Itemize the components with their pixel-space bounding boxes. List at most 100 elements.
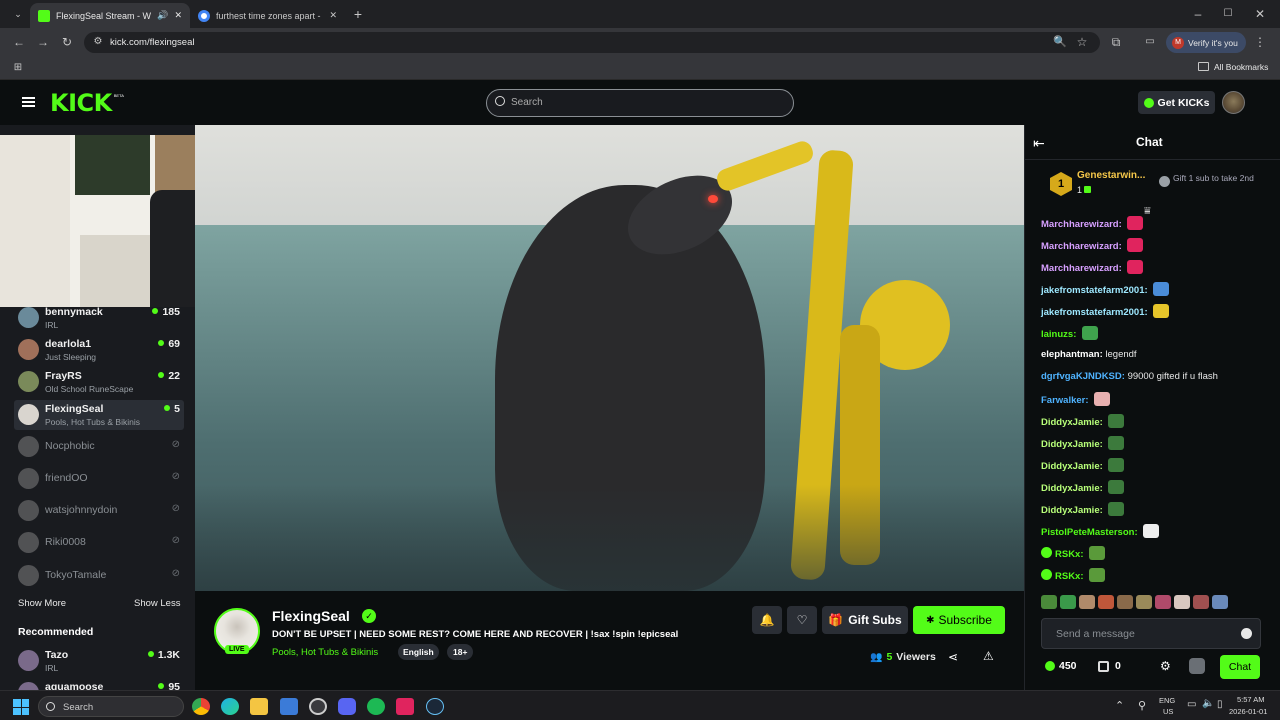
emote[interactable] bbox=[1153, 282, 1170, 296]
cast-icon[interactable]: ▭ bbox=[1142, 35, 1158, 49]
emote[interactable] bbox=[1108, 414, 1125, 428]
emote[interactable] bbox=[1108, 502, 1125, 516]
chat-username[interactable]: jakefromstatefarm2001: bbox=[1041, 307, 1148, 318]
emote[interactable] bbox=[1060, 595, 1076, 609]
emote[interactable] bbox=[1108, 458, 1125, 472]
spotify-icon[interactable] bbox=[367, 698, 385, 715]
chat-username[interactable]: RSKx: bbox=[1055, 549, 1084, 560]
windows-start-icon[interactable] bbox=[13, 699, 29, 715]
discord-icon[interactable] bbox=[338, 698, 356, 715]
kick-logo[interactable]: KICK BETA bbox=[50, 90, 124, 116]
file-explorer-icon[interactable] bbox=[250, 698, 268, 715]
chat-username[interactable]: elephantman: bbox=[1041, 349, 1103, 360]
taskbar-search[interactable]: Search bbox=[38, 696, 184, 717]
zoom-icon[interactable]: 🔍 bbox=[1052, 35, 1068, 49]
profile-chip[interactable]: M Verify it's you bbox=[1166, 32, 1246, 53]
emote[interactable] bbox=[1212, 595, 1228, 609]
search-input[interactable]: Search bbox=[486, 89, 794, 117]
points-display[interactable]: 450 bbox=[1045, 660, 1077, 672]
chat-username[interactable]: jakefromstatefarm2001: bbox=[1041, 285, 1148, 296]
app-icon-red[interactable] bbox=[396, 698, 414, 715]
tag-english[interactable]: English bbox=[398, 644, 439, 660]
emote[interactable] bbox=[1153, 304, 1170, 318]
new-tab-icon[interactable]: + bbox=[350, 7, 366, 21]
chat-username[interactable]: PistolPeteMasterson: bbox=[1041, 527, 1138, 538]
minimize-icon[interactable]: – bbox=[1190, 7, 1206, 21]
chat-username[interactable]: RSKx: bbox=[1055, 571, 1084, 582]
show-more-link[interactable]: Show More bbox=[18, 598, 66, 609]
sidebar-channel-bennymack[interactable]: bennymack IRL 185 bbox=[14, 303, 184, 333]
reload-icon[interactable]: ↻ bbox=[59, 35, 75, 49]
tab-google[interactable]: furthest time zones apart - Goo ✕ bbox=[190, 3, 345, 28]
emote[interactable] bbox=[1155, 595, 1171, 609]
wifi-icon[interactable]: ⚲ bbox=[1138, 699, 1146, 712]
emote[interactable] bbox=[1098, 595, 1114, 609]
tab-list-icon[interactable]: ⌄ bbox=[10, 7, 26, 21]
subscribe-button[interactable]: ✱ Subscribe bbox=[913, 606, 1005, 634]
emote[interactable] bbox=[1117, 595, 1133, 609]
user-avatar[interactable] bbox=[1222, 91, 1245, 114]
chat-username[interactable]: DiddyxJamie: bbox=[1041, 461, 1103, 472]
all-bookmarks-link[interactable]: All Bookmarks bbox=[1214, 62, 1268, 72]
show-less-link[interactable]: Show Less bbox=[134, 598, 180, 609]
close-window-icon[interactable]: ✕ bbox=[1252, 7, 1268, 21]
emote[interactable] bbox=[1143, 524, 1160, 538]
volume-icon[interactable]: 🔈 bbox=[1202, 698, 1214, 709]
chat-username[interactable]: DiddyxJamie: bbox=[1041, 483, 1103, 494]
chrome-icon[interactable] bbox=[192, 698, 210, 715]
back-icon[interactable]: ← bbox=[11, 35, 27, 49]
obs-icon[interactable] bbox=[309, 698, 327, 715]
emote[interactable] bbox=[1136, 595, 1152, 609]
sidebar-channel-flexingseal[interactable]: FlexingSeal Pools, Hot Tubs & Bikinis 5 bbox=[14, 399, 184, 430]
report-icon[interactable]: ⚠ bbox=[983, 649, 994, 663]
app-icon[interactable] bbox=[280, 698, 298, 715]
edge-icon[interactable] bbox=[221, 698, 239, 715]
drops-display[interactable]: 0 bbox=[1098, 660, 1121, 672]
sidebar-channel-watsjohnnydoin[interactable]: watsjohnnydoin ⊘ bbox=[14, 496, 184, 526]
streamer-name[interactable]: FlexingSeal bbox=[272, 608, 350, 624]
chat-username[interactable]: DiddyxJamie: bbox=[1041, 505, 1103, 516]
emote[interactable] bbox=[1127, 260, 1144, 274]
video-player[interactable] bbox=[195, 125, 1024, 591]
emote[interactable] bbox=[1089, 568, 1106, 582]
gift-subs-button[interactable]: 🎁 Gift Subs bbox=[822, 606, 908, 634]
chat-username[interactable]: DiddyxJamie: bbox=[1041, 417, 1103, 428]
chat-username[interactable]: Marchharewizard: bbox=[1041, 263, 1122, 274]
recommended-channel-tazo[interactable]: Tazo IRL 1.3K bbox=[14, 646, 184, 676]
clock-time[interactable]: 5:57 AM bbox=[1237, 695, 1265, 704]
emote[interactable] bbox=[1127, 216, 1144, 230]
chat-username[interactable]: Marchharewizard: bbox=[1041, 241, 1122, 252]
maximize-icon[interactable]: ☐ bbox=[1220, 7, 1236, 21]
menu-kebab-icon[interactable]: ⋮ bbox=[1252, 35, 1268, 49]
get-kicks-button[interactable]: Get KICKs bbox=[1138, 91, 1215, 114]
lang-label[interactable]: ENG bbox=[1159, 696, 1175, 705]
apps-grid-icon[interactable]: ⊞ bbox=[10, 61, 26, 75]
close-tab-icon[interactable]: ✕ bbox=[329, 10, 337, 21]
address-bar[interactable]: ⚙ kick.com/flexingseal 🔍 ☆ bbox=[84, 32, 1100, 53]
gift-leaderboard[interactable]: 1 Genestarwin... 1 Gift 1 sub to take 2n… bbox=[1050, 170, 1275, 200]
speaker-icon[interactable]: 🔊 bbox=[157, 10, 168, 21]
bookmark-star-icon[interactable]: ☆ bbox=[1074, 35, 1090, 49]
emote[interactable] bbox=[1174, 595, 1190, 609]
steam-icon[interactable] bbox=[426, 698, 444, 715]
sidebar-channel-friendoo[interactable]: friendOO ⊘ bbox=[14, 464, 184, 494]
emote[interactable] bbox=[1108, 480, 1125, 494]
collapse-chat-icon[interactable]: ⇤ bbox=[1033, 135, 1045, 152]
site-info-icon[interactable]: ⚙ bbox=[90, 35, 106, 49]
sidebar-channel-frayrs[interactable]: FrayRS Old School RuneScape 22 bbox=[14, 367, 184, 397]
chat-username[interactable]: dgrfvgaKJNDKSD: bbox=[1041, 371, 1125, 382]
sidebar-channel-tokyotamale[interactable]: TokyoTamale ⊘ bbox=[14, 561, 184, 591]
follow-button[interactable]: ♡ bbox=[787, 606, 817, 634]
extensions-icon[interactable]: ⧉ bbox=[1108, 35, 1124, 49]
emote[interactable] bbox=[1094, 392, 1111, 406]
notifications-button[interactable]: 🔔 bbox=[752, 606, 782, 634]
emote[interactable] bbox=[1082, 326, 1099, 340]
settings-gear-icon[interactable]: ⚙ bbox=[1160, 659, 1171, 673]
emote-picker-icon[interactable] bbox=[1189, 658, 1205, 674]
category-link[interactable]: Pools, Hot Tubs & Bikinis bbox=[272, 647, 378, 658]
battery-icon[interactable]: ▯ bbox=[1217, 699, 1223, 710]
emote[interactable] bbox=[1193, 595, 1209, 609]
chat-username[interactable]: lainuzs: bbox=[1041, 329, 1076, 340]
sidebar-channel-dearlola1[interactable]: dearlola1 Just Sleeping 69 bbox=[14, 335, 184, 365]
share-icon[interactable]: ⋖ bbox=[948, 650, 958, 664]
